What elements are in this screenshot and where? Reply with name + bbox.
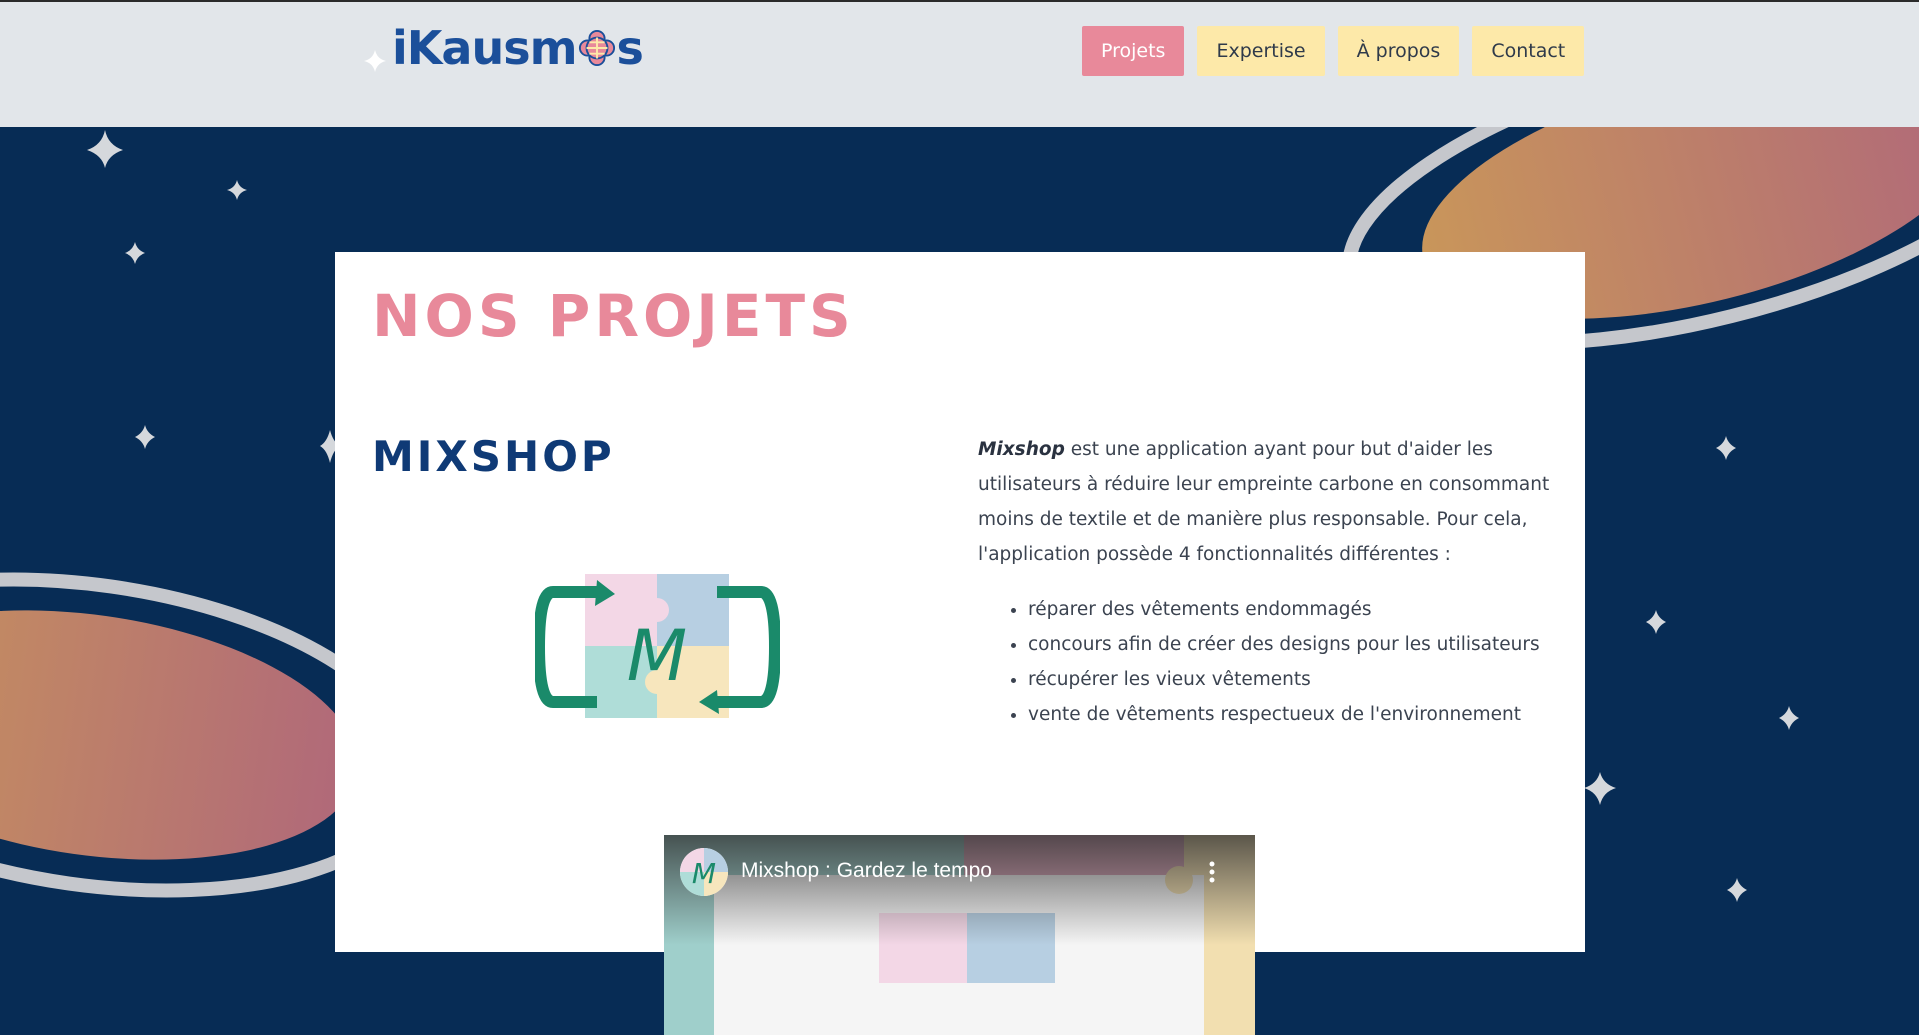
globe-icon — [578, 29, 615, 67]
sparkle-icon — [364, 50, 386, 72]
video-header-shade — [664, 835, 1255, 945]
more-options-icon[interactable] — [1209, 861, 1215, 883]
site-logo[interactable]: iKausm s — [392, 16, 644, 80]
description-brand: Mixshop — [978, 439, 1065, 460]
site-header: iKausm s Projets Expertise À propos Cont… — [0, 0, 1919, 127]
list-item: réparer des vêtements endommagés — [1028, 592, 1558, 627]
logo-text-start: iKausm — [392, 21, 578, 75]
projects-card: NOS PROJETS MIXSHOP M Mixshop est une ap… — [335, 252, 1585, 1035]
nav-projets[interactable]: Projets — [1082, 26, 1185, 76]
feature-list: réparer des vêtements endommagés concour… — [978, 592, 1558, 732]
project-name: MIXSHOP — [372, 432, 615, 481]
svg-text:M: M — [627, 615, 687, 697]
nav-a-propos[interactable]: À propos — [1337, 26, 1460, 76]
channel-avatar[interactable]: M — [680, 848, 728, 896]
page-title: NOS PROJETS — [372, 282, 855, 350]
nav-contact[interactable]: Contact — [1472, 26, 1585, 76]
main-navigation: Projets Expertise À propos Contact — [1082, 26, 1585, 76]
video-title[interactable]: Mixshop : Gardez le tempo — [741, 859, 992, 883]
mixshop-logo: M — [535, 574, 780, 718]
video-embed[interactable]: M Mixshop : Gardez le tempo — [664, 835, 1255, 1035]
list-item: récupérer les vieux vêtements — [1028, 662, 1558, 697]
description-paragraph: Mixshop est une application ayant pour b… — [978, 432, 1558, 572]
list-item: concours afin de créer des designs pour … — [1028, 627, 1558, 662]
svg-text:M: M — [692, 857, 716, 890]
list-item: vente de vêtements respectueux de l'envi… — [1028, 697, 1558, 732]
logo-text-end: s — [616, 21, 644, 75]
nav-expertise[interactable]: Expertise — [1197, 26, 1325, 76]
project-description: Mixshop est une application ayant pour b… — [978, 432, 1558, 732]
channel-avatar-image: M — [680, 848, 728, 896]
